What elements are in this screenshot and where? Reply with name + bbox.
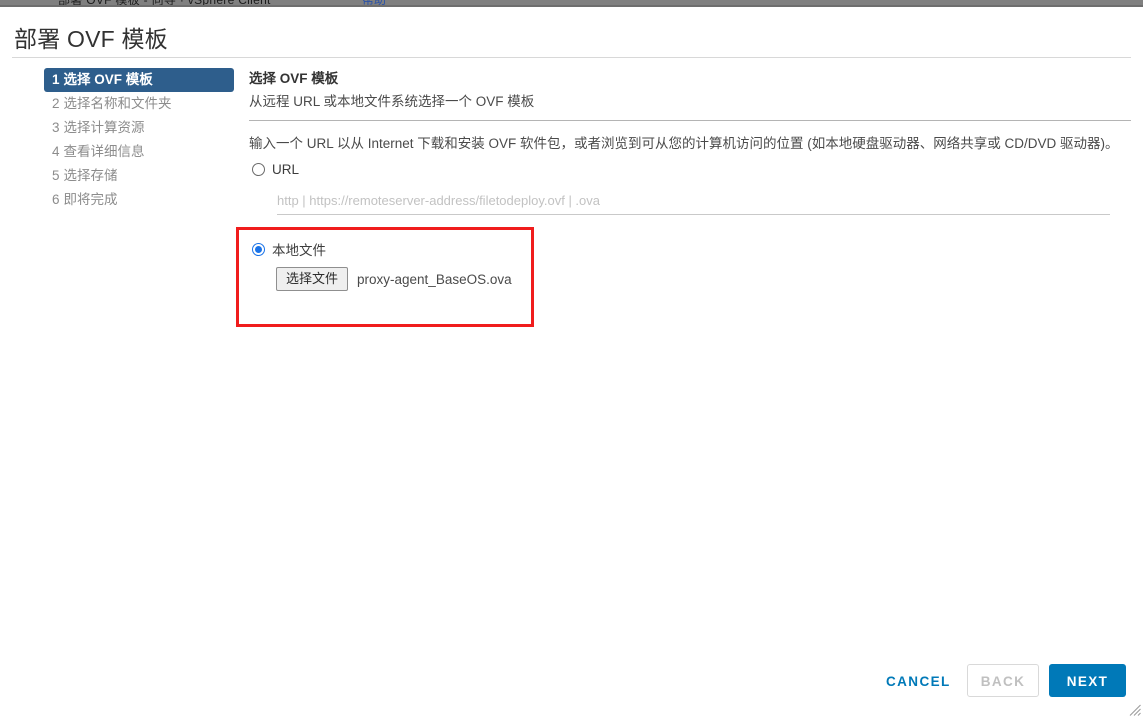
radio-url-label: URL bbox=[272, 162, 300, 177]
step-number: 1 bbox=[52, 72, 60, 87]
sidebar-item-select-compute-resource[interactable]: 3 选择计算资源 bbox=[44, 116, 234, 140]
selected-file-name: proxy-agent_BaseOS.ova bbox=[357, 271, 512, 287]
radio-local-file-icon[interactable] bbox=[252, 242, 265, 256]
page-title: 部署 OVF 模板 bbox=[14, 26, 168, 52]
step-label: 查看详细信息 bbox=[63, 144, 145, 159]
file-picker-row: 选择文件 proxy-agent_BaseOS.ova bbox=[276, 267, 512, 291]
resize-grip-icon[interactable] bbox=[1128, 703, 1141, 716]
radio-local-file-label: 本地文件 bbox=[272, 243, 326, 258]
step-number: 2 bbox=[52, 96, 60, 111]
sidebar-item-select-storage[interactable]: 5 选择存储 bbox=[44, 164, 234, 188]
pane-heading: 选择 OVF 模板 bbox=[249, 71, 339, 86]
cancel-button[interactable]: CANCEL bbox=[880, 670, 950, 692]
main-content-pane: 选择 OVF 模板 从远程 URL 或本地文件系统选择一个 OVF 模板 输入一… bbox=[249, 70, 1131, 215]
pane-divider bbox=[249, 120, 1131, 121]
step-label: 选择存储 bbox=[63, 168, 118, 183]
sidebar-item-select-name-and-folder[interactable]: 2 选择名称和文件夹 bbox=[44, 92, 234, 116]
radio-option-local-file[interactable]: 本地文件 bbox=[252, 239, 326, 259]
pane-subheading: 从远程 URL 或本地文件系统选择一个 OVF 模板 bbox=[249, 94, 535, 109]
step-label: 选择计算资源 bbox=[63, 120, 145, 135]
step-label: 选择 OVF 模板 bbox=[63, 72, 153, 87]
chrome-strip-base bbox=[0, 5, 1143, 7]
pane-description: 输入一个 URL 以从 Internet 下载和安装 OVF 软件包，或者浏览到… bbox=[249, 136, 1119, 151]
wizard-step-list: 1 选择 OVF 模板 2 选择名称和文件夹 3 选择计算资源 4 查看详细信息 5 选择… bbox=[44, 68, 234, 212]
sidebar-item-ready-to-complete[interactable]: 6 即将完成 bbox=[44, 188, 234, 212]
choose-file-button[interactable]: 选择文件 bbox=[276, 267, 349, 291]
sidebar-item-review-details[interactable]: 4 查看详细信息 bbox=[44, 140, 234, 164]
next-button[interactable]: NEXT bbox=[1049, 664, 1126, 697]
back-button: BACK bbox=[967, 664, 1039, 697]
radio-option-url[interactable]: URL bbox=[252, 162, 299, 177]
cut-off-chrome-strip: 部署 OVF 模板 - 向导 · vSphere Client 帮助 bbox=[0, 0, 1143, 7]
dialog-footer: CANCEL BACK NEXT bbox=[0, 660, 1143, 700]
sidebar-item-select-ovf-template[interactable]: 1 选择 OVF 模板 bbox=[44, 68, 234, 92]
step-label: 选择名称和文件夹 bbox=[63, 96, 172, 111]
step-number: 4 bbox=[52, 144, 60, 159]
step-number: 6 bbox=[52, 192, 60, 207]
url-input[interactable] bbox=[277, 193, 1110, 215]
title-divider bbox=[12, 57, 1131, 58]
step-label: 即将完成 bbox=[63, 192, 118, 207]
url-input-wrapper bbox=[277, 192, 1110, 215]
radio-url-icon[interactable] bbox=[252, 163, 265, 176]
step-number: 3 bbox=[52, 120, 60, 135]
step-number: 5 bbox=[52, 168, 60, 183]
